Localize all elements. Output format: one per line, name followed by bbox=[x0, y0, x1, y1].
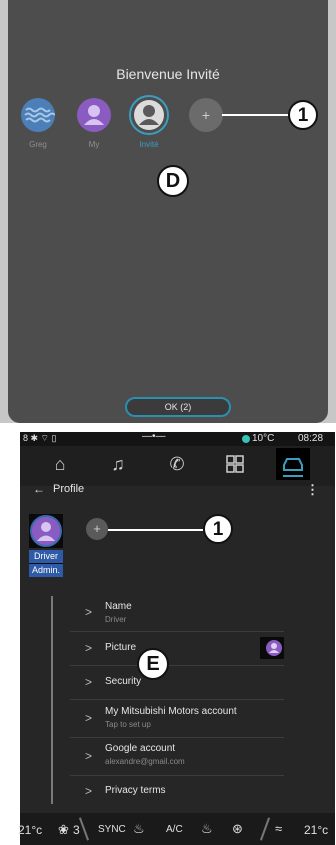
driver-avatar[interactable] bbox=[29, 514, 63, 548]
status-time: 08:28 bbox=[298, 433, 324, 444]
row-title: Privacy terms bbox=[105, 785, 166, 796]
seat-heat-icon[interactable]: ♨ bbox=[133, 821, 145, 837]
driver-name-label: Driver Admin. bbox=[29, 550, 63, 577]
rear-defrost-icon[interactable]: ♨ bbox=[201, 821, 213, 837]
divider-left bbox=[78, 817, 90, 841]
profile-guest-label: Invité bbox=[139, 140, 159, 149]
callout-1-badge-e: 1 bbox=[203, 514, 233, 544]
chevron-right-icon: > bbox=[85, 675, 93, 689]
add-profile-button-e[interactable]: + bbox=[86, 518, 108, 540]
row-title: My Mitsubishi Motors account bbox=[105, 706, 237, 717]
row-subtitle: alexandre@gmail.com bbox=[105, 757, 185, 766]
row-subtitle: Tap to set up bbox=[105, 720, 151, 729]
status-temperature: 10°C bbox=[252, 433, 275, 444]
plus-icon: + bbox=[93, 521, 101, 536]
screen-d-profile-selection: Bienvenue Invité Greg My Invité + 1 D OK… bbox=[0, 0, 336, 423]
more-menu-icon[interactable]: ⋮ bbox=[306, 482, 319, 498]
welcome-title: Bienvenue Invité bbox=[116, 66, 220, 82]
weather-dot-icon bbox=[242, 435, 250, 443]
user-avatar-icon bbox=[78, 99, 110, 131]
settings-row-privacy[interactable]: > Privacy terms bbox=[70, 775, 284, 807]
right-temperature[interactable]: 21°c bbox=[304, 823, 328, 837]
steering-heat-icon[interactable]: ⊛ bbox=[232, 821, 243, 837]
apps-icon[interactable] bbox=[223, 452, 247, 476]
settings-row-security[interactable]: > Security bbox=[70, 665, 284, 700]
row-title: Google account bbox=[105, 743, 176, 754]
music-icon[interactable]: ♫ bbox=[106, 452, 130, 476]
top-nav-bar: ⌂ ♫ ✆ bbox=[20, 446, 335, 486]
row-title: Picture bbox=[105, 642, 137, 653]
fan-icon[interactable]: ❀ bbox=[58, 822, 69, 838]
picture-avatar-icon bbox=[266, 640, 282, 656]
row-title: Security bbox=[105, 676, 142, 687]
phone-icon[interactable]: ✆ bbox=[165, 452, 189, 476]
apps-grid-svg bbox=[226, 455, 244, 473]
chevron-right-icon: > bbox=[85, 784, 93, 798]
fan-level: 3 bbox=[73, 823, 80, 837]
settings-row-name[interactable]: > Name Driver bbox=[70, 595, 284, 632]
row-subtitle: Driver bbox=[105, 615, 127, 624]
callout-line bbox=[222, 114, 290, 116]
plus-icon: + bbox=[201, 107, 211, 123]
label-e-badge: E bbox=[137, 648, 169, 680]
waves-avatar-icon bbox=[22, 99, 56, 131]
add-profile-button[interactable]: + bbox=[189, 98, 223, 132]
sync-button[interactable]: SYNC bbox=[98, 824, 126, 835]
chevron-right-icon: > bbox=[85, 749, 93, 763]
profile-my-label: My bbox=[88, 140, 100, 149]
screen-d-panel bbox=[8, 0, 328, 423]
screen-e-profile-settings: 8 ✱ ⌔ ▯ —•— 10°C 08:28 ⌂ ♫ ✆ ← Profile ⋮ bbox=[18, 431, 335, 845]
guest-avatar-icon bbox=[134, 100, 164, 130]
profile-greg-label: Greg bbox=[29, 140, 47, 149]
picture-thumb bbox=[260, 637, 284, 659]
profile-guest-button[interactable] bbox=[129, 95, 169, 135]
settings-row-picture[interactable]: > Picture bbox=[70, 631, 284, 666]
driver-avatar-icon bbox=[30, 515, 62, 547]
settings-row-google-account[interactable]: > Google account alexandre@gmail.com bbox=[70, 737, 284, 776]
row-title: Name bbox=[105, 601, 132, 612]
driver-line2: Admin. bbox=[29, 564, 63, 577]
back-arrow-icon[interactable]: ← bbox=[33, 482, 45, 496]
driver-line1: Driver bbox=[29, 550, 63, 563]
left-temperature[interactable]: 21°c bbox=[18, 823, 42, 837]
label-d-badge: D bbox=[157, 165, 189, 197]
profile-my-button[interactable] bbox=[77, 98, 111, 132]
chevron-right-icon: > bbox=[85, 605, 93, 619]
car-tab[interactable] bbox=[276, 448, 310, 480]
climate-bar: 21°c ❀ 3 SYNC ♨ A/C ♨ ⊛ ≈ 21°c bbox=[18, 813, 335, 845]
settings-row-mitsubishi-account[interactable]: > My Mitsubishi Motors account Tap to se… bbox=[70, 699, 284, 738]
divider-right bbox=[259, 817, 271, 841]
status-icons: 8 ✱ ⌔ ▯ bbox=[23, 433, 57, 443]
profile-greg-button[interactable] bbox=[21, 98, 56, 132]
callout-1-badge: 1 bbox=[288, 100, 318, 130]
callout-line-e bbox=[108, 529, 203, 531]
home-icon[interactable]: ⌂ bbox=[48, 452, 72, 476]
page-indicator: —•— bbox=[142, 431, 166, 442]
ac-button[interactable]: A/C bbox=[166, 824, 183, 835]
car-icon bbox=[283, 458, 303, 477]
status-bar: 8 ✱ ⌔ ▯ —•— 10°C 08:28 bbox=[20, 431, 335, 446]
ok-button[interactable]: OK (2) bbox=[125, 397, 231, 417]
page-title: Profile bbox=[53, 483, 85, 495]
list-rail bbox=[51, 596, 53, 804]
chevron-right-icon: > bbox=[85, 641, 93, 655]
seat-vent-icon[interactable]: ≈ bbox=[275, 821, 282, 836]
chevron-right-icon: > bbox=[85, 711, 93, 725]
